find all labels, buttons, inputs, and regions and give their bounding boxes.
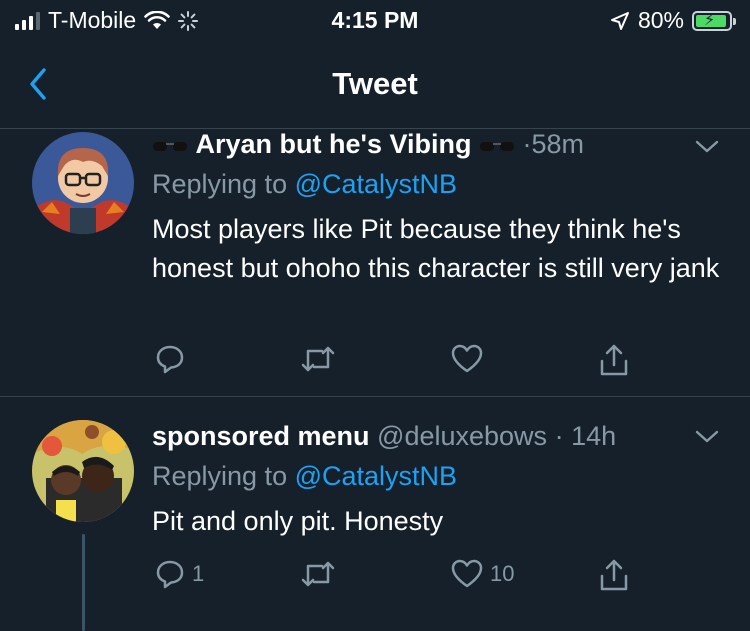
time-separator: · <box>547 421 572 451</box>
avatar[interactable] <box>32 132 134 234</box>
tweet-header: Aryan but he's Vibing ·58m <box>152 128 730 160</box>
avatar[interactable] <box>32 420 134 522</box>
share-icon <box>600 344 628 376</box>
time-separator: · <box>522 129 532 159</box>
heart-icon <box>451 559 483 588</box>
reply-button[interactable]: 1 <box>154 558 204 590</box>
like-button[interactable] <box>450 343 490 375</box>
author-handle[interactable]: @deluxebows <box>377 421 547 451</box>
tweet-card[interactable]: Aryan but he's Vibing ·58m Replying to @… <box>0 128 750 394</box>
tweet-actions <box>152 343 652 379</box>
retweet-button[interactable] <box>300 343 336 375</box>
author-name[interactable]: Aryan but he's Vibing <box>196 129 472 159</box>
tweet-text: Most players like Pit because they think… <box>152 214 720 283</box>
share-icon <box>600 559 628 591</box>
tweet-time: 58m <box>531 129 585 159</box>
reply-icon <box>156 560 184 589</box>
author-name[interactable]: sponsored menu <box>152 421 370 451</box>
battery-percent: 80% <box>637 7 684 33</box>
share-button[interactable] <box>598 558 630 592</box>
reply-button[interactable] <box>154 343 192 375</box>
like-button[interactable]: 10 <box>450 558 514 590</box>
replying-to: Replying to @CatalystNB <box>152 166 730 202</box>
retweet-icon <box>301 346 335 372</box>
mention-link[interactable]: @CatalystNB <box>295 461 457 491</box>
tweet-card[interactable]: sponsored menu @deluxebows · 14h Replyin… <box>0 420 750 631</box>
chevron-down-icon <box>695 140 719 153</box>
heart-icon <box>451 344 483 373</box>
location-arrow-icon <box>610 11 629 30</box>
more-options-button[interactable] <box>694 428 720 446</box>
tweet-actions: 1 10 <box>152 558 652 594</box>
page-title: Tweet <box>332 66 418 101</box>
retweet-button[interactable] <box>300 558 336 590</box>
tweet-header: sponsored menu @deluxebows · 14h <box>152 420 730 452</box>
more-options-button[interactable] <box>694 138 720 156</box>
replying-to: Replying to @CatalystNB <box>152 458 730 494</box>
replying-to-label: Replying to <box>152 461 288 491</box>
thread-connector <box>82 534 85 631</box>
nav-header: Tweet <box>0 44 750 129</box>
retweet-icon <box>301 561 335 587</box>
sunglasses-emoji-icon <box>153 141 187 151</box>
reply-icon <box>156 345 184 374</box>
status-right: 80% ⚡ <box>610 7 736 34</box>
chevron-down-icon <box>695 430 719 443</box>
status-bar: T-Mobile 4:15 PM 80% ⚡ <box>0 0 750 44</box>
replying-to-label: Replying to <box>152 169 288 199</box>
reply-count: 1 <box>192 561 205 586</box>
battery-icon: ⚡ <box>692 10 736 31</box>
sunglasses-emoji-icon <box>480 141 514 151</box>
tweet-text: Pit and only pit. Honesty <box>152 506 444 536</box>
tweet-divider <box>0 396 750 397</box>
mention-link[interactable]: @CatalystNB <box>295 169 457 199</box>
tweet-time: 14h <box>571 421 617 451</box>
share-button[interactable] <box>598 343 630 377</box>
like-count: 10 <box>490 561 515 586</box>
